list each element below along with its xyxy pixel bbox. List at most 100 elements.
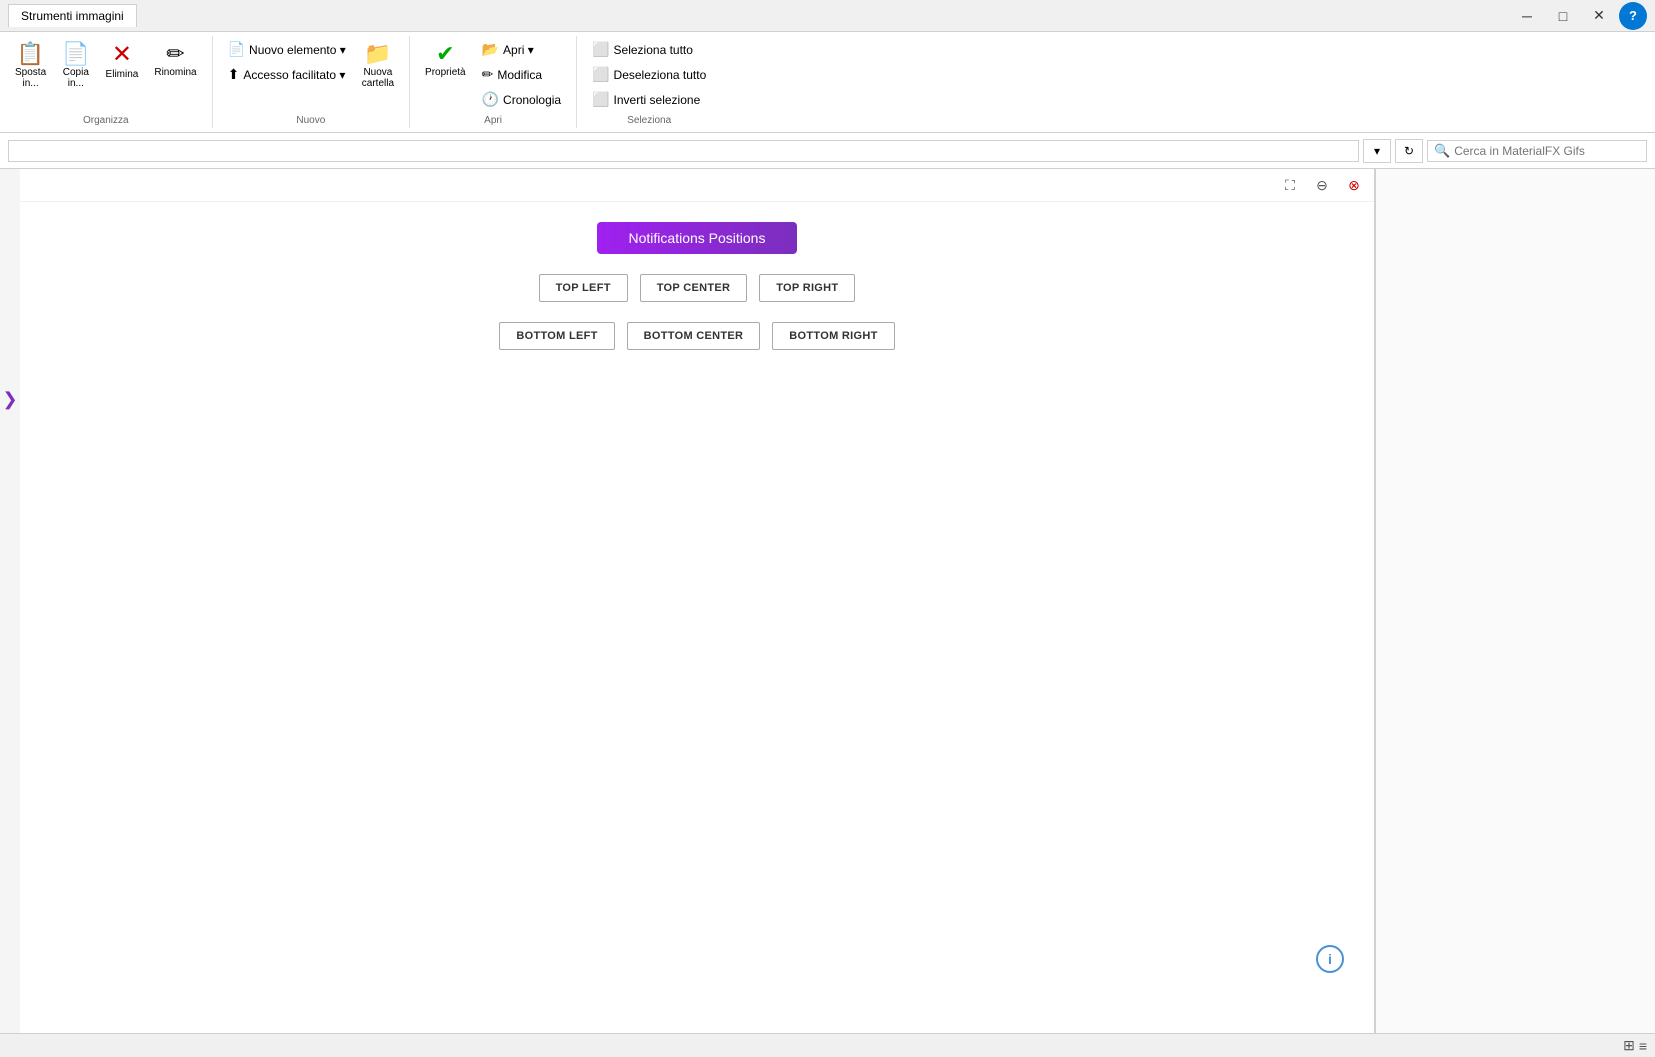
list-view-icon[interactable]: ≡ bbox=[1639, 1038, 1647, 1054]
cronologia-icon: 🕐 bbox=[482, 91, 499, 108]
search-box: 🔍 bbox=[1427, 140, 1647, 162]
minimize-preview-icon[interactable]: ⊖ bbox=[1310, 173, 1334, 197]
seleziona-tutto-button[interactable]: ⬜ Seleziona tutto bbox=[585, 38, 713, 61]
inverti-label: Inverti selezione bbox=[614, 93, 701, 107]
expand-arrow-icon[interactable]: ❯ bbox=[2, 389, 17, 410]
address-dropdown-button[interactable]: ▾ bbox=[1363, 139, 1391, 163]
modifica-label: Modifica bbox=[497, 68, 542, 82]
maximize-button[interactable]: □ bbox=[1547, 2, 1579, 30]
tab-strumenti-immagini[interactable]: Strumenti immagini bbox=[8, 4, 137, 27]
title-bar: Strumenti immagini ─ □ ✕ ? bbox=[0, 0, 1655, 32]
modifica-button[interactable]: ✏ Modifica bbox=[475, 63, 568, 86]
deseleziona-tutto-button[interactable]: ⬜ Deseleziona tutto bbox=[585, 63, 713, 86]
cronologia-button[interactable]: 🕐 Cronologia bbox=[475, 88, 568, 111]
sposta-button[interactable]: 📋 Spostain... bbox=[8, 38, 53, 94]
close-preview-icon[interactable]: ⊗ bbox=[1342, 173, 1366, 197]
nuova-cartella-label: Nuovacartella bbox=[362, 67, 394, 89]
rinomina-button[interactable]: ✏ Rinomina bbox=[147, 38, 203, 83]
preview-pane: ⛶ ⊖ ⊗ Notifications Positions TOP LEFT T… bbox=[20, 169, 1375, 1033]
seleziona-tutto-label: Seleziona tutto bbox=[614, 43, 693, 57]
apri-label: Apri ▾ bbox=[503, 43, 534, 57]
top-left-button[interactable]: TOP LEFT bbox=[539, 274, 628, 302]
main-area: ❯ ⛶ ⊖ ⊗ Notifications Positions TOP LEFT… bbox=[0, 169, 1655, 1033]
tab-label: Strumenti immagini bbox=[21, 9, 124, 23]
search-icon: 🔍 bbox=[1434, 143, 1450, 159]
search-input[interactable] bbox=[1454, 144, 1634, 158]
ribbon-content: 📋 Spostain... 📄 Copiain... ✕ Elimina ✏ R… bbox=[0, 32, 1655, 132]
proprieta-icon: ✔ bbox=[436, 43, 454, 65]
seleziona-tutto-icon: ⬜ bbox=[592, 41, 609, 58]
elimina-button[interactable]: ✕ Elimina bbox=[99, 38, 146, 85]
bottom-center-button[interactable]: BOTTOM CENTER bbox=[627, 322, 761, 350]
inverti-selezione-button[interactable]: ⬜ Inverti selezione bbox=[585, 88, 713, 111]
title-bar-left: Strumenti immagini bbox=[8, 4, 137, 27]
apri-label: Apri bbox=[484, 115, 502, 126]
apri-small-buttons: 📂 Apri ▾ ✏ Modifica 🕐 Cronologia bbox=[475, 38, 568, 111]
rinomina-label: Rinomina bbox=[154, 67, 196, 78]
info-symbol: i bbox=[1328, 951, 1332, 967]
preview-content: Notifications Positions TOP LEFT TOP CEN… bbox=[20, 202, 1374, 370]
bottom-position-buttons-row: BOTTOM LEFT BOTTOM CENTER BOTTOM RIGHT bbox=[499, 322, 894, 350]
seleziona-label: Seleziona bbox=[627, 115, 671, 126]
accesso-icon: ⬆ bbox=[228, 66, 240, 83]
bottom-right-button[interactable]: BOTTOM RIGHT bbox=[772, 322, 894, 350]
nuovo-items: 📄 Nuovo elemento ▾ ⬆ Accesso facilitato … bbox=[221, 38, 401, 111]
right-panel bbox=[1375, 169, 1655, 1033]
accesso-label: Accesso facilitato ▾ bbox=[243, 68, 345, 82]
fullscreen-icon[interactable]: ⛶ bbox=[1278, 173, 1302, 197]
minimize-button[interactable]: ─ bbox=[1511, 2, 1543, 30]
apri-icon: 📂 bbox=[482, 41, 499, 58]
close-button[interactable]: ✕ bbox=[1583, 2, 1615, 30]
ribbon-group-seleziona: ⬜ Seleziona tutto ⬜ Deseleziona tutto ⬜ … bbox=[577, 36, 721, 128]
left-chevron-panel[interactable]: ❯ bbox=[0, 169, 20, 1033]
top-position-buttons-row: TOP LEFT TOP CENTER TOP RIGHT bbox=[539, 274, 856, 302]
nuova-cartella-icon: 📁 bbox=[364, 43, 391, 65]
nuovo-elemento-button[interactable]: 📄 Nuovo elemento ▾ bbox=[221, 38, 353, 61]
deseleziona-label: Deseleziona tutto bbox=[614, 68, 707, 82]
notifications-positions-label: Notifications Positions bbox=[629, 230, 766, 246]
title-bar-right: ─ □ ✕ ? bbox=[1511, 2, 1647, 30]
nuovo-small-buttons: 📄 Nuovo elemento ▾ ⬆ Accesso facilitato … bbox=[221, 38, 353, 86]
proprieta-button[interactable]: ✔ Proprietà bbox=[418, 38, 473, 83]
nuova-cartella-button[interactable]: 📁 Nuovacartella bbox=[355, 38, 401, 94]
help-button[interactable]: ? bbox=[1619, 2, 1647, 30]
deseleziona-icon: ⬜ bbox=[592, 66, 609, 83]
notifications-positions-button[interactable]: Notifications Positions bbox=[597, 222, 797, 254]
copia-label: Copiain... bbox=[63, 67, 89, 89]
proprieta-label: Proprietà bbox=[425, 67, 466, 78]
sposta-label: Spostain... bbox=[15, 67, 46, 89]
top-center-button[interactable]: TOP CENTER bbox=[640, 274, 748, 302]
elimina-icon: ✕ bbox=[112, 43, 132, 67]
rinomina-icon: ✏ bbox=[166, 43, 184, 65]
address-input[interactable] bbox=[8, 140, 1359, 162]
nuovo-elemento-icon: 📄 bbox=[228, 41, 245, 58]
bottom-left-button[interactable]: BOTTOM LEFT bbox=[499, 322, 614, 350]
top-right-button[interactable]: TOP RIGHT bbox=[759, 274, 855, 302]
ribbon-group-apri: ✔ Proprietà 📂 Apri ▾ ✏ Modifica 🕐 Cronol… bbox=[410, 36, 577, 128]
status-bar: ⊞ ≡ bbox=[0, 1033, 1655, 1057]
copia-icon: 📄 bbox=[62, 43, 89, 65]
cronologia-label: Cronologia bbox=[503, 93, 561, 107]
seleziona-items: ⬜ Seleziona tutto ⬜ Deseleziona tutto ⬜ … bbox=[585, 38, 713, 111]
seleziona-small-buttons: ⬜ Seleziona tutto ⬜ Deseleziona tutto ⬜ … bbox=[585, 38, 713, 111]
organizza-label: Organizza bbox=[83, 115, 129, 126]
ribbon-group-organizza: 📋 Spostain... 📄 Copiain... ✕ Elimina ✏ R… bbox=[0, 36, 213, 128]
elimina-label: Elimina bbox=[106, 69, 139, 80]
ribbon-group-nuovo: 📄 Nuovo elemento ▾ ⬆ Accesso facilitato … bbox=[213, 36, 410, 128]
organizza-items: 📋 Spostain... 📄 Copiain... ✕ Elimina ✏ R… bbox=[8, 38, 204, 111]
copia-button[interactable]: 📄 Copiain... bbox=[55, 38, 96, 94]
address-bar: ▾ ↻ 🔍 bbox=[0, 133, 1655, 169]
sposta-icon: 📋 bbox=[17, 43, 44, 65]
modifica-icon: ✏ bbox=[482, 66, 494, 83]
apri-button[interactable]: 📂 Apri ▾ bbox=[475, 38, 568, 61]
refresh-button[interactable]: ↻ bbox=[1395, 139, 1423, 163]
accesso-facilitato-button[interactable]: ⬆ Accesso facilitato ▾ bbox=[221, 63, 353, 86]
nuovo-label: Nuovo bbox=[296, 115, 325, 126]
info-icon[interactable]: i bbox=[1316, 945, 1344, 973]
inverti-icon: ⬜ bbox=[592, 91, 609, 108]
nuovo-elemento-label: Nuovo elemento ▾ bbox=[249, 43, 346, 57]
preview-toolbar: ⛶ ⊖ ⊗ bbox=[20, 169, 1374, 202]
ribbon: 📋 Spostain... 📄 Copiain... ✕ Elimina ✏ R… bbox=[0, 32, 1655, 133]
apri-items: ✔ Proprietà 📂 Apri ▾ ✏ Modifica 🕐 Cronol… bbox=[418, 38, 568, 111]
grid-view-icon[interactable]: ⊞ bbox=[1623, 1037, 1635, 1054]
